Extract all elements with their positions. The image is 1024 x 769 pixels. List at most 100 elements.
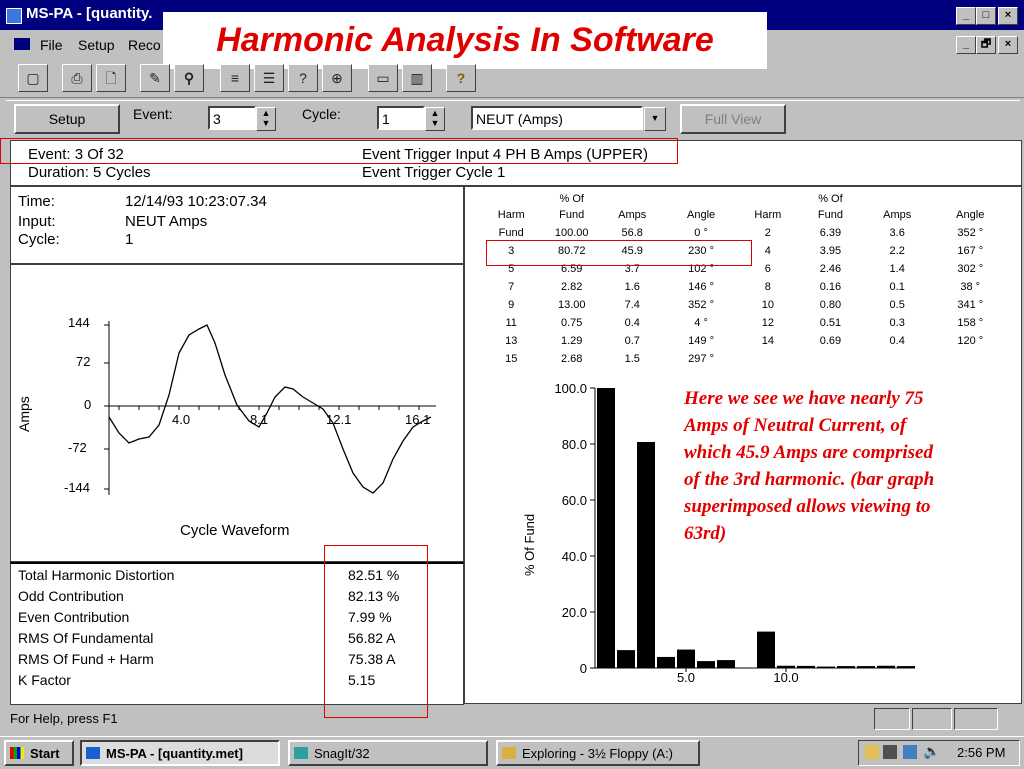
data-table-icon[interactable]: ≡ [220,64,250,92]
highlight-box-event [0,138,678,164]
windows-logo-icon [10,747,24,759]
summary-label: RMS Of Fund + Harm [18,651,154,667]
divider [6,97,1020,101]
zoom-icon[interactable]: ⊕ [322,64,352,92]
wave-xtick-8: 8.1 [250,412,268,427]
tray-app-icon[interactable] [865,745,879,759]
task-ms-pa[interactable]: MS-PA - [quantity.met] [80,740,280,766]
camera-icon [294,747,308,759]
minimize-button[interactable]: _ [956,7,976,25]
task-label: Exploring - 3½ Floppy (A:) [522,746,673,761]
cycle-detail-value: 1 [125,231,133,248]
waveform-panel [10,264,464,562]
task-label: SnagIt/32 [314,746,370,761]
menu-setup[interactable]: Setup [78,37,115,53]
status-text: For Help, press F1 [10,711,118,726]
bar-chart-x-tick-label: 5.0 [677,670,695,685]
cycle-detail-label: Cycle: [18,231,60,248]
table-header: HarmFundAmpsAngleHarmFundAmpsAngle [482,206,1012,224]
document-icon[interactable] [14,38,30,50]
cycle-input[interactable]: 1 [377,106,425,130]
col-angle-2: Angle [929,206,1013,224]
status-pane-1 [874,708,910,730]
new-icon[interactable]: ▢ [18,64,48,92]
table-row: 913.007.4352 °100.800.5341 ° [482,296,1012,314]
doc-restore-button[interactable]: 🗗 [976,36,996,54]
wave-ytick-neg72: -72 [68,440,87,455]
harmonic-bar [897,666,915,668]
cycle-label: Cycle: [302,106,341,122]
doc-minimize-button[interactable]: _ [956,36,976,54]
maximize-button[interactable]: □ [976,7,996,25]
app-icon[interactable] [6,8,22,24]
event-spinner[interactable]: ▲▼ [256,107,276,131]
waveform-title: Cycle Waveform [180,522,289,539]
col-amps: Amps [603,206,661,224]
harmonic-bar [857,666,875,668]
wave-ytick-neg144: -144 [64,480,90,495]
query-icon[interactable]: ? [288,64,318,92]
table-row: 152.681.5297 ° [482,350,1012,364]
input-label: Input: [18,213,56,230]
comment-icon[interactable]: ✎ [140,64,170,92]
print-preview-icon[interactable]: 🗋 [96,64,126,92]
bar-chart-x-tick-label: 10.0 [773,670,798,685]
menu-record[interactable]: Reco [128,37,161,53]
col-angle: Angle [661,206,740,224]
doc-close-button[interactable]: × [998,36,1018,54]
harmonic-bar [837,666,855,668]
harmonic-bar [677,650,695,668]
highlight-box-summary [324,545,428,718]
print-icon[interactable]: ⎙ [62,64,92,92]
waveform-ylabel: Amps [16,396,32,432]
start-button[interactable]: Start [4,740,74,766]
binoculars-icon[interactable]: ⚲ [174,64,204,92]
event-label: Event: [133,106,173,122]
setup-button[interactable]: Setup [14,104,120,134]
status-pane-2 [912,708,952,730]
harmonic-bar [597,388,615,668]
table-row: 72.821.6146 °80.160.138 ° [482,278,1012,296]
task-exploring[interactable]: Exploring - 3½ Floppy (A:) [496,740,700,766]
harmonic-bar [657,657,675,668]
page-icon[interactable]: ▭ [368,64,398,92]
chevron-down-icon[interactable]: ▼ [644,107,666,131]
summary-label: Even Contribution [18,609,129,625]
waveform-chart [11,265,463,561]
menu-file[interactable]: File [40,37,63,53]
col-amps-2: Amps [866,206,929,224]
clock: 2:56 PM [957,745,1005,760]
speaker-icon[interactable]: 🔈 [923,743,940,760]
bar-chart-y-tick-label: 80.0 [562,437,587,452]
help-icon[interactable]: ? [446,64,476,92]
bar-chart-y-tick-label: 60.0 [562,493,587,508]
event-input[interactable]: 3 [208,106,256,130]
highlight-box-3rd-harmonic [486,240,752,266]
tray-network-icon[interactable] [883,745,897,759]
tray-pen-icon[interactable] [903,745,917,759]
summary-label: K Factor [18,672,71,688]
task-snagit[interactable]: SnagIt/32 [288,740,488,766]
system-tray: 🔈 2:56 PM [858,740,1020,766]
harmonics-table: % Of% Of HarmFundAmpsAngleHarmFundAmpsAn… [482,192,1012,364]
summary-label: Total Harmonic Distortion [18,567,174,583]
task-label: MS-PA - [quantity.met] [106,746,243,761]
wave-xtick-16: 16.1 [405,412,430,427]
folder-icon [502,747,516,759]
wave-ytick-144: 144 [68,315,90,330]
harmonic-bar [637,442,655,668]
full-view-button[interactable]: Full View [680,104,786,134]
wave-xtick-4: 4.0 [172,412,190,427]
data-list-icon[interactable]: ☰ [254,64,284,92]
close-button[interactable]: × [998,7,1018,25]
annotation-note: Here we see we have nearly 75 Amps of Ne… [684,385,944,547]
status-pane-3 [954,708,998,730]
waveform-y-ticks [104,325,109,489]
harmonic-bar [797,666,815,668]
bar-chart-ylabel: % Of Fund [522,514,537,576]
cycle-spinner[interactable]: ▲▼ [425,107,445,131]
channel-select[interactable]: NEUT (Amps) [471,106,643,130]
input-value: NEUT Amps [125,213,207,230]
chart-icon[interactable]: ▥ [402,64,432,92]
table-row: 131.290.7149 °140.690.4120 ° [482,332,1012,350]
